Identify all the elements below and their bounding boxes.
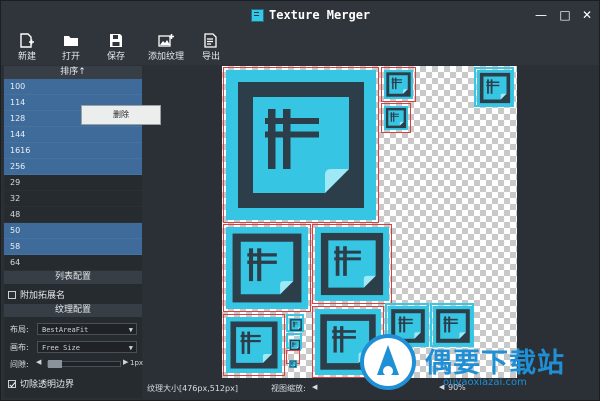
texture-sprite[interactable] bbox=[286, 350, 300, 368]
window-title: Texture Merger bbox=[269, 8, 371, 22]
texture-sprite[interactable] bbox=[312, 224, 392, 304]
chevron-down-icon: ▼ bbox=[128, 326, 133, 334]
texture-sprite[interactable] bbox=[286, 314, 304, 332]
list-item[interactable]: 58 bbox=[4, 239, 142, 255]
append-extension-checkbox[interactable] bbox=[8, 290, 16, 299]
open-button[interactable]: 打开 bbox=[51, 33, 91, 62]
layout-value: BestAreaFit bbox=[42, 326, 89, 334]
folder-open-icon bbox=[64, 36, 78, 46]
title-group: Texture Merger bbox=[251, 8, 370, 22]
list-item[interactable]: 50 bbox=[4, 223, 142, 239]
texture-icon bbox=[226, 227, 308, 309]
sort-header[interactable]: 排序↑ bbox=[4, 66, 142, 79]
zoom-label: 视图缩放: bbox=[271, 384, 306, 393]
layout-label: 布局: bbox=[10, 325, 29, 334]
slider-thumb[interactable] bbox=[48, 360, 62, 368]
export-icon bbox=[204, 33, 217, 48]
trim-label: 切除透明边界 bbox=[20, 380, 75, 390]
save-button[interactable]: 保存 bbox=[96, 33, 136, 62]
export-button[interactable]: 导出 bbox=[191, 33, 231, 62]
texture-icon bbox=[384, 106, 408, 130]
list-item[interactable]: 32 bbox=[4, 191, 142, 207]
watermark: 偶要下载站 ouyaoxiazai.com bbox=[353, 325, 600, 401]
texture-size-readout: 纹理大小[476px,512px] bbox=[147, 384, 238, 393]
add-texture-icon bbox=[158, 34, 174, 47]
texture-icon bbox=[315, 227, 389, 301]
canvas-label: 画布: bbox=[10, 343, 29, 352]
texture-icon bbox=[384, 70, 413, 99]
texture-icon bbox=[477, 70, 513, 106]
save-icon bbox=[110, 34, 122, 47]
texture-sprite[interactable] bbox=[223, 224, 311, 312]
app-window: Texture Merger — □ ✕ 新建 打开 保存 添加纹理 导出 排序… bbox=[0, 0, 600, 401]
list-item[interactable]: 29 bbox=[4, 175, 142, 191]
title-bar: Texture Merger — □ ✕ bbox=[1, 1, 599, 31]
texture-sprite[interactable] bbox=[381, 67, 416, 102]
trim-checkbox[interactable] bbox=[8, 379, 16, 388]
texture-icon bbox=[226, 70, 376, 220]
chevron-down-icon: ▼ bbox=[128, 344, 133, 352]
new-label: 新建 bbox=[17, 52, 36, 62]
canvas-value: Free Size bbox=[42, 344, 80, 352]
slider-right-arrow-icon[interactable]: ▶ bbox=[123, 358, 128, 366]
texture-sprite[interactable] bbox=[474, 67, 514, 107]
texture-icon bbox=[226, 317, 282, 373]
texture-config-header: 纹理配置 bbox=[4, 304, 142, 317]
list-item[interactable]: 100 bbox=[4, 79, 142, 95]
watermark-url: ouyaoxiazai.com bbox=[443, 377, 527, 388]
context-menu-delete[interactable]: 删除 bbox=[81, 105, 161, 125]
texture-sprite[interactable] bbox=[381, 103, 411, 133]
layout-select[interactable]: BestAreaFit ▼ bbox=[37, 323, 137, 335]
texture-sprite[interactable] bbox=[286, 333, 302, 351]
watermark-logo-icon bbox=[360, 334, 416, 390]
list-item[interactable]: 48 bbox=[4, 207, 142, 223]
open-label: 打开 bbox=[61, 52, 80, 62]
list-item[interactable]: 1616 bbox=[4, 143, 142, 159]
canvas-select[interactable]: Free Size ▼ bbox=[37, 341, 137, 353]
gap-label: 间隙: bbox=[10, 360, 29, 369]
append-extension-option[interactable]: 附加拓展名 bbox=[8, 288, 65, 301]
slider-left-arrow-icon[interactable]: ◀ bbox=[36, 358, 41, 366]
zoom-left-arrow-icon[interactable]: ◀ bbox=[312, 383, 317, 391]
maximize-button[interactable]: □ bbox=[557, 7, 573, 23]
export-label: 导出 bbox=[201, 52, 220, 62]
list-item[interactable]: 256 bbox=[4, 159, 142, 175]
close-button[interactable]: ✕ bbox=[579, 7, 595, 23]
append-extension-label: 附加拓展名 bbox=[20, 291, 66, 301]
save-label: 保存 bbox=[106, 52, 125, 62]
texture-sprite[interactable] bbox=[223, 314, 285, 376]
add-texture-button[interactable]: 添加纹理 bbox=[144, 33, 188, 62]
toolbar: 新建 打开 保存 添加纹理 导出 bbox=[1, 31, 599, 65]
app-logo-icon bbox=[251, 8, 264, 22]
list-item[interactable]: 144 bbox=[4, 127, 142, 143]
gap-slider[interactable]: ◀ ▶ 1px bbox=[34, 358, 144, 370]
new-button[interactable]: 新建 bbox=[7, 33, 47, 62]
texture-icon bbox=[289, 360, 297, 368]
watermark-text: 偶要下载站 bbox=[425, 348, 565, 379]
gap-value: 1px bbox=[130, 359, 144, 367]
list-config-header: 列表配置 bbox=[4, 271, 142, 284]
trim-option[interactable]: 切除透明边界 bbox=[8, 377, 74, 390]
add-texture-label: 添加纹理 bbox=[147, 52, 184, 62]
new-file-icon bbox=[20, 33, 34, 48]
texture-icon bbox=[289, 318, 303, 332]
texture-sprite[interactable] bbox=[223, 67, 379, 223]
minimize-button[interactable]: — bbox=[533, 7, 549, 23]
list-item[interactable]: 64 bbox=[4, 255, 142, 271]
